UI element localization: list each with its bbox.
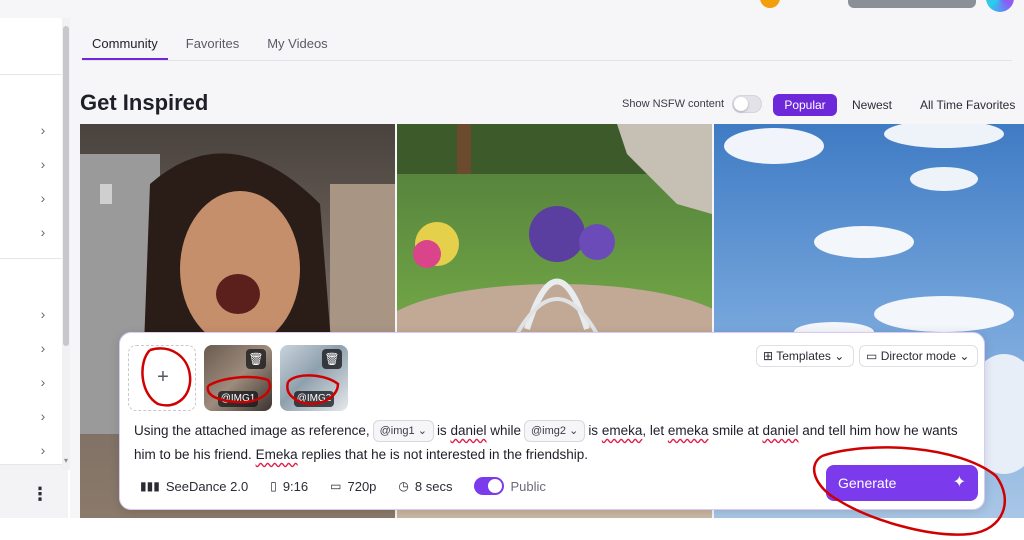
prompt-text: , let: [642, 423, 665, 438]
director-mode-label: Director mode: [880, 349, 957, 363]
prompt-text: Using the attached image as reference,: [134, 423, 370, 438]
generate-label: Generate: [838, 475, 897, 491]
resolution-selector[interactable]: ▭ 720p: [330, 479, 376, 494]
phone-icon: ▯: [270, 479, 277, 493]
prompt-text: replies that he is not interested in the…: [301, 447, 589, 462]
chevron-right-icon[interactable]: ›: [36, 191, 50, 205]
trash-icon[interactable]: 🗑: [246, 349, 266, 369]
prompt-text: while: [490, 423, 522, 438]
chevron-right-icon[interactable]: ›: [36, 225, 50, 239]
chevron-right-icon[interactable]: ›: [36, 409, 50, 423]
credits-coin-icon[interactable]: [760, 0, 780, 8]
kebab-menu-icon[interactable]: ⋮: [31, 484, 49, 504]
duration-selector[interactable]: ◷ 8 secs: [398, 479, 452, 494]
image-mention-chip[interactable]: @img2 ⌄: [524, 420, 586, 443]
page-title: Get Inspired: [80, 90, 209, 115]
sparkle-icon: ✦: [952, 474, 966, 491]
templates-dropdown[interactable]: ⊞ Templates ⌄: [756, 345, 854, 367]
sort-popular-button[interactable]: Popular: [773, 94, 837, 116]
toggle-knob: [488, 479, 503, 493]
top-header: [0, 0, 1024, 18]
image-tag: @IMG2: [294, 391, 334, 407]
add-reference-image-button[interactable]: +: [128, 345, 196, 411]
aspect-ratio-selector[interactable]: ▯ 9:16: [270, 479, 308, 494]
chevron-down-icon: ⌄: [834, 349, 845, 363]
nsfw-toggle[interactable]: [732, 95, 762, 113]
reference-image-2[interactable]: 🗑 @IMG2: [280, 345, 348, 411]
prompt-input[interactable]: Using the attached image as reference, @i…: [134, 419, 974, 467]
chevron-right-icon[interactable]: ›: [36, 443, 50, 457]
monitor-icon: ▭: [330, 479, 342, 493]
tab-favorites[interactable]: Favorites: [176, 32, 249, 60]
misspelled-word: daniel: [450, 423, 487, 438]
model-selector[interactable]: ▮▮▮ SeeDance 2.0: [140, 479, 248, 494]
chevron-down-icon: ⌄: [959, 349, 970, 363]
avatar[interactable]: [986, 0, 1014, 12]
prompt-panel: + 🗑 @IMG1 🗑 @IMG2 ⊞ Templates ⌄ ▭ Direct…: [119, 332, 985, 510]
grid-icon: ⊞: [763, 349, 774, 363]
tab-bar: Community Favorites My Videos: [82, 32, 346, 62]
reference-image-1[interactable]: 🗑 @IMG1: [204, 345, 272, 411]
toggle-knob: [734, 97, 748, 111]
prompt-text: is: [588, 423, 599, 438]
calendar-icon: ▭: [866, 349, 878, 363]
tab-my-videos[interactable]: My Videos: [257, 32, 337, 60]
public-toggle[interactable]: [474, 477, 505, 495]
header-button[interactable]: [848, 0, 976, 8]
duration-label: 8 secs: [414, 478, 453, 494]
image-mention-chip[interactable]: @img1 ⌄: [372, 420, 434, 443]
prompt-text: smile at: [712, 423, 759, 438]
misspelled-word: emeka: [667, 423, 709, 438]
sidebar-divider: [0, 74, 62, 75]
chip-label: @img1: [379, 425, 415, 438]
resolution-label: 720p: [347, 478, 377, 494]
sidebar-divider: [0, 258, 62, 259]
model-label: SeeDance 2.0: [165, 478, 249, 494]
chevron-right-icon[interactable]: ›: [36, 123, 50, 137]
sidebar: › › › › › › › › ›: [0, 18, 62, 518]
tab-community[interactable]: Community: [82, 32, 168, 60]
chevron-right-icon[interactable]: ›: [36, 307, 50, 321]
chevron-right-icon[interactable]: ›: [36, 157, 50, 171]
scrollbar-thumb[interactable]: [63, 26, 69, 346]
misspelled-word: emeka: [601, 423, 643, 438]
generate-button[interactable]: Generate ✦: [826, 465, 978, 501]
public-label: Public: [510, 478, 546, 494]
templates-label: Templates: [776, 349, 831, 363]
sort-newest-button[interactable]: Newest: [852, 98, 892, 112]
bar-chart-icon: ▮▮▮: [140, 479, 160, 493]
visibility-toggle-group: Public: [474, 477, 546, 495]
chip-label: @img2: [531, 425, 567, 438]
plus-icon: +: [157, 366, 169, 388]
sort-all-time-button[interactable]: All Time Favorites: [920, 98, 1015, 112]
trash-icon[interactable]: 🗑: [322, 349, 342, 369]
clock-icon: ◷: [398, 479, 409, 493]
image-tag: @IMG1: [218, 391, 258, 407]
aspect-ratio-label: 9:16: [282, 478, 309, 494]
chevron-right-icon[interactable]: ›: [36, 375, 50, 389]
misspelled-word: daniel: [762, 423, 799, 438]
chevron-right-icon[interactable]: ›: [36, 341, 50, 355]
prompt-text: is: [436, 423, 447, 438]
director-mode-dropdown[interactable]: ▭ Director mode ⌄: [859, 345, 978, 367]
tab-divider: [82, 60, 1012, 61]
generation-settings: ▮▮▮ SeeDance 2.0 ▯ 9:16 ▭ 720p ◷ 8 secs …: [140, 477, 568, 495]
misspelled-word: Emeka: [255, 447, 298, 462]
scroll-down-arrow-icon[interactable]: ▾: [62, 456, 70, 466]
nsfw-label: Show NSFW content: [622, 98, 725, 110]
